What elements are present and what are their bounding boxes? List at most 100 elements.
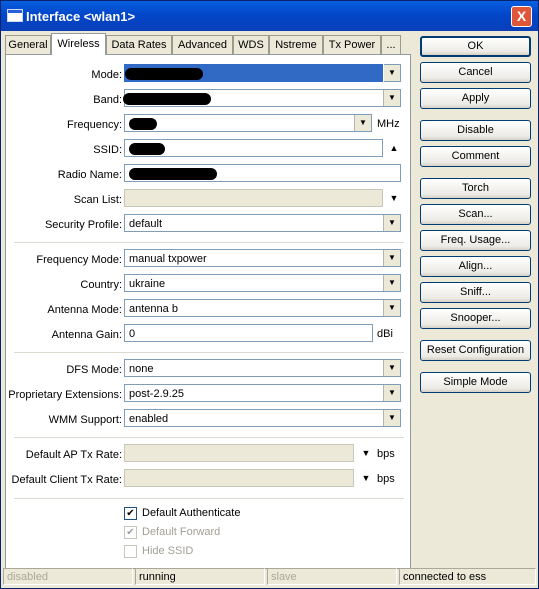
- simple-mode-button[interactable]: Simple Mode: [420, 372, 531, 393]
- antenna-gain-input[interactable]: 0: [124, 324, 373, 342]
- proprietary-extensions-label: Proprietary Extensions:: [8, 389, 122, 401]
- apply-button[interactable]: Apply: [420, 88, 531, 109]
- ssid-input[interactable]: [124, 139, 383, 157]
- scan-list-label: Scan List:: [73, 194, 122, 206]
- chevron-down-icon[interactable]: ▼: [358, 444, 374, 462]
- reset-configuration-button[interactable]: Reset Configuration: [420, 340, 531, 361]
- wmm-support-select[interactable]: enabled ▼: [124, 409, 401, 427]
- chevron-down-icon[interactable]: ▼: [383, 90, 400, 106]
- status-disabled: disabled: [3, 568, 133, 585]
- default-authenticate-label: Default Authenticate: [142, 507, 241, 519]
- chevron-down-icon[interactable]: ▼: [383, 300, 400, 316]
- antenna-mode-select[interactable]: antenna b ▼: [124, 299, 401, 317]
- scan-button[interactable]: Scan...: [420, 204, 531, 225]
- check-icon[interactable]: ✔: [124, 507, 137, 520]
- default-ap-tx-rate-label: Default AP Tx Rate:: [25, 449, 122, 461]
- frequency-label: Frequency:: [66, 119, 122, 131]
- country-label: Country:: [80, 279, 122, 291]
- snooper-button[interactable]: Snooper...: [420, 308, 531, 329]
- default-ap-tx-rate-unit: bps: [377, 448, 395, 460]
- window-icon: [7, 9, 23, 22]
- frequency-mode-select[interactable]: manual txpower ▼: [124, 249, 401, 267]
- scan-list-input[interactable]: [124, 189, 383, 207]
- default-client-tx-rate-unit: bps: [377, 473, 395, 485]
- tab-data-rates[interactable]: Data Rates: [106, 35, 172, 54]
- divider: [14, 498, 404, 499]
- tab-tx-power[interactable]: Tx Power: [323, 35, 381, 54]
- default-client-tx-rate-input[interactable]: [124, 469, 354, 487]
- ok-button[interactable]: OK: [420, 36, 531, 57]
- tab-nstreme[interactable]: Nstreme: [269, 35, 323, 54]
- chevron-down-icon[interactable]: ▼: [358, 469, 374, 487]
- cancel-button[interactable]: Cancel: [420, 62, 531, 83]
- chevron-down-icon[interactable]: ▼: [383, 275, 400, 291]
- chevron-down-icon[interactable]: ▼: [383, 215, 400, 231]
- chevron-down-icon: ▼: [384, 65, 400, 81]
- checkbox-box[interactable]: [124, 545, 137, 558]
- status-bar: disabled running slave connected to ess: [2, 568, 537, 587]
- redaction-mark: [129, 143, 165, 155]
- chevron-down-icon[interactable]: ▼: [354, 115, 371, 131]
- antenna-gain-label: Antenna Gain:: [51, 329, 122, 341]
- default-forward-checkbox[interactable]: ✔ Default Forward: [124, 525, 324, 541]
- divider: [14, 242, 404, 243]
- frequency-select[interactable]: 24 ▼: [124, 114, 372, 132]
- comment-button[interactable]: Comment: [420, 146, 531, 167]
- check-icon[interactable]: ✔: [124, 526, 137, 539]
- disable-button[interactable]: Disable: [420, 120, 531, 141]
- status-connection: connected to ess: [399, 568, 536, 585]
- chevron-down-icon[interactable]: ▼: [383, 385, 400, 401]
- security-profile-label: Security Profile:: [44, 219, 122, 231]
- title-bar[interactable]: Interface <wlan1> X: [1, 1, 538, 31]
- antenna-gain-unit: dBi: [377, 328, 393, 340]
- dfs-mode-select[interactable]: none ▼: [124, 359, 401, 377]
- align-button[interactable]: Align...: [420, 256, 531, 277]
- security-profile-select[interactable]: default ▼: [124, 214, 401, 232]
- mode-label: Mode:: [91, 69, 122, 81]
- sniff-button[interactable]: Sniff...: [420, 282, 531, 303]
- interface-window: Interface <wlan1> X General Wireless Dat…: [0, 0, 539, 589]
- default-authenticate-checkbox[interactable]: ✔ Default Authenticate: [124, 506, 324, 522]
- status-slave: slave: [267, 568, 397, 585]
- default-ap-tx-rate-input[interactable]: [124, 444, 354, 462]
- tab-advanced[interactable]: Advanced: [172, 35, 233, 54]
- collapse-ssid-arrow-icon[interactable]: ▲: [386, 139, 402, 157]
- frequency-mode-label: Frequency Mode:: [36, 254, 122, 266]
- default-client-tx-rate-label: Default Client Tx Rate:: [11, 474, 122, 486]
- redaction-mark: [125, 68, 203, 80]
- proprietary-extensions-select[interactable]: post-2.9.25 ▼: [124, 384, 401, 402]
- hide-ssid-label: Hide SSID: [142, 545, 194, 557]
- wireless-panel: Mode: ▼ Band: ▼ Frequency: 24 ▼ MHz SSID…: [5, 54, 411, 569]
- tab-general[interactable]: General: [5, 35, 51, 54]
- status-running: running: [135, 568, 265, 585]
- radio-name-input[interactable]: [124, 164, 401, 182]
- band-select[interactable]: ▼: [123, 89, 401, 107]
- redaction-mark: [129, 118, 157, 130]
- divider: [14, 437, 404, 438]
- mode-dropdown-button[interactable]: ▼: [384, 64, 401, 82]
- redaction-mark: [129, 168, 217, 180]
- freq-usage-button[interactable]: Freq. Usage...: [420, 230, 531, 251]
- tab-wireless[interactable]: Wireless: [51, 33, 106, 55]
- tab-wds[interactable]: WDS: [233, 35, 269, 54]
- chevron-down-icon[interactable]: ▼: [383, 250, 400, 266]
- default-forward-label: Default Forward: [142, 526, 221, 538]
- radio-name-label: Radio Name:: [57, 169, 122, 181]
- torch-button[interactable]: Torch: [420, 178, 531, 199]
- band-label: Band:: [93, 94, 122, 106]
- dfs-mode-label: DFS Mode:: [66, 364, 122, 376]
- tab-more[interactable]: ...: [381, 35, 401, 54]
- close-button[interactable]: X: [511, 6, 532, 27]
- hide-ssid-checkbox[interactable]: Hide SSID: [124, 544, 324, 560]
- wmm-support-label: WMM Support:: [48, 414, 122, 426]
- redaction-mark: [123, 93, 211, 105]
- country-select[interactable]: ukraine ▼: [124, 274, 401, 292]
- ssid-label: SSID:: [93, 144, 122, 156]
- mode-select[interactable]: [124, 64, 383, 82]
- divider: [14, 352, 404, 353]
- expand-scan-list-arrow-icon[interactable]: ▼: [386, 189, 402, 207]
- antenna-mode-label: Antenna Mode:: [47, 304, 122, 316]
- frequency-unit: MHz: [377, 118, 400, 130]
- chevron-down-icon[interactable]: ▼: [383, 410, 400, 426]
- chevron-down-icon[interactable]: ▼: [383, 360, 400, 376]
